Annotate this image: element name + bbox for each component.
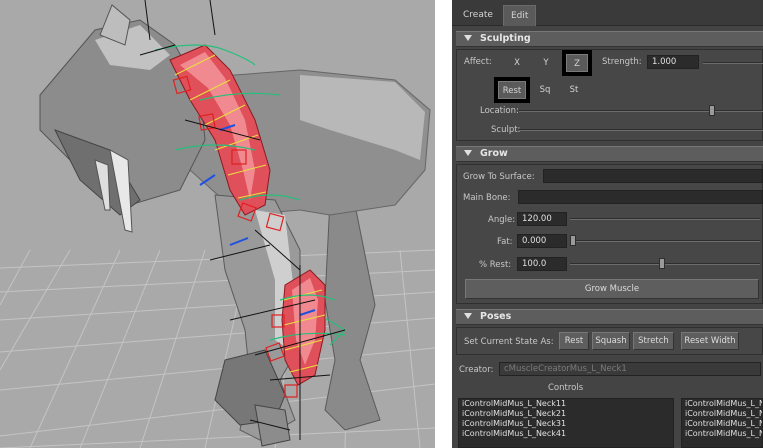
muscle-edit-panel: Create Edit Sculpting Affect: X Y Z Stre…	[452, 0, 763, 448]
location-slider-handle[interactable]	[709, 105, 715, 116]
rest-percent-slider-handle[interactable]	[659, 258, 665, 269]
strength-field[interactable]: 1.000	[647, 55, 699, 69]
fat-slider[interactable]	[570, 240, 760, 242]
creator-field[interactable]: cMuscleCreatorMus_L_Neck1	[499, 362, 761, 376]
location-label: Location:	[480, 106, 519, 116]
grow-surface-label: Grow To Surface:	[463, 172, 535, 182]
viewport-3d[interactable]	[0, 0, 435, 448]
list-item[interactable]: iControlMidMus_L_N	[682, 409, 762, 419]
sculpting-title: Sculpting	[480, 33, 531, 44]
sculpting-header[interactable]: Sculpting	[456, 31, 763, 47]
grow-title: Grow	[480, 148, 508, 159]
controls-list-right[interactable]: iControlMidMus_L_N iControlMidMus_L_N iC…	[681, 398, 763, 448]
tab-bar: Create Edit	[452, 0, 763, 26]
list-item[interactable]: iControlMidMus_L_Neck31	[459, 419, 673, 429]
sculpting-group: Affect: X Y Z Strength: 1.000 Rest Sq St…	[456, 49, 763, 141]
collapse-triangle-icon	[464, 313, 472, 319]
strength-label: Strength:	[602, 57, 642, 67]
grow-surface-field[interactable]	[543, 169, 763, 183]
main-bone-label: Main Bone:	[463, 193, 511, 203]
creator-label: Creator:	[459, 365, 494, 375]
collapse-triangle-icon	[464, 35, 472, 41]
list-item[interactable]: iControlMidMus_L_N	[682, 419, 762, 429]
sculpt-label: Sculpt:	[491, 125, 521, 135]
rest-percent-field[interactable]: 100.0	[517, 257, 567, 271]
controls-title: Controls	[548, 383, 584, 393]
list-item[interactable]: iControlMidMus_L_Neck11	[459, 399, 673, 409]
affect-label: Affect:	[464, 57, 492, 67]
angle-label: Angle:	[488, 215, 516, 225]
reset-width-button[interactable]: Reset Width	[681, 332, 739, 350]
list-item[interactable]: iControlMidMus_L_N	[682, 429, 762, 439]
fat-field[interactable]: 0.000	[517, 234, 567, 248]
pose-stretch-button[interactable]: Stretch	[633, 332, 674, 350]
list-item[interactable]: iControlMidMus_L_Neck21	[459, 409, 673, 419]
mode-st-toggle[interactable]: St	[566, 81, 582, 99]
rest-percent-slider[interactable]	[570, 263, 760, 265]
grow-group: Grow To Surface: Main Bone: Angle: 120.0…	[456, 164, 763, 304]
mode-rest-toggle[interactable]: Rest	[494, 77, 530, 103]
viewport-scene[interactable]	[0, 0, 435, 448]
affect-z-toggle[interactable]: Z	[562, 50, 592, 76]
poses-title: Poses	[480, 311, 512, 322]
tab-edit[interactable]: Edit	[503, 5, 537, 26]
affect-x-toggle[interactable]: X	[509, 54, 525, 72]
pose-rest-button[interactable]: Rest	[559, 332, 589, 350]
fat-slider-handle[interactable]	[570, 235, 576, 246]
rest-percent-label: % Rest:	[479, 260, 512, 270]
grow-muscle-button[interactable]: Grow Muscle	[465, 279, 759, 299]
fat-label: Fat:	[497, 237, 513, 247]
list-item[interactable]: iControlMidMus_L_N	[682, 399, 762, 409]
poses-header[interactable]: Poses	[456, 309, 763, 325]
set-state-label: Set Current State As:	[464, 337, 554, 347]
mode-sq-toggle[interactable]: Sq	[537, 81, 553, 99]
affect-y-toggle[interactable]: Y	[538, 54, 554, 72]
strength-slider[interactable]	[703, 62, 763, 64]
location-slider[interactable]	[519, 110, 763, 112]
main-bone-field[interactable]	[518, 190, 763, 204]
poses-group: Set Current State As: Rest Squash Stretc…	[456, 327, 763, 355]
angle-slider[interactable]	[570, 218, 760, 220]
tab-create[interactable]: Create	[456, 5, 500, 26]
controls-list-left[interactable]: iControlMidMus_L_Neck11 iControlMidMus_L…	[458, 398, 674, 448]
pose-squash-button[interactable]: Squash	[592, 332, 630, 350]
angle-field[interactable]: 120.00	[517, 212, 567, 226]
grow-header[interactable]: Grow	[456, 146, 763, 162]
collapse-triangle-icon	[464, 150, 472, 156]
list-item[interactable]: iControlMidMus_L_Neck41	[459, 429, 673, 439]
sculpt-slider[interactable]	[519, 129, 763, 131]
